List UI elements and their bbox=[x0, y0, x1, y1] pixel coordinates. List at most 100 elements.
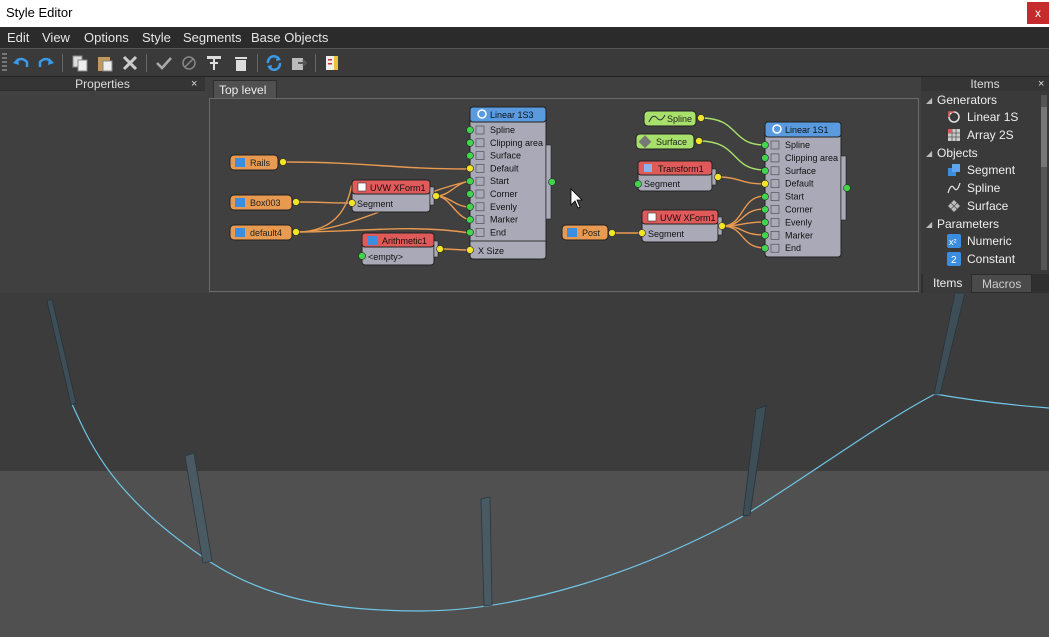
port-label: Segment bbox=[357, 199, 394, 209]
node-label: Box003 bbox=[250, 198, 281, 208]
3d-viewport[interactable] bbox=[0, 293, 1049, 637]
tab-macros[interactable]: Macros bbox=[971, 274, 1032, 293]
node-canvas[interactable]: Rails Box003 default4 Post bbox=[209, 98, 919, 292]
port-label: <empty> bbox=[368, 252, 403, 262]
wire bbox=[718, 177, 765, 184]
items-panel: Items × ◢ Generators Linear 1S Array 2S … bbox=[921, 77, 1049, 293]
group-objects[interactable]: Objects bbox=[937, 146, 978, 160]
array-generator-icon bbox=[947, 128, 961, 142]
port-socket[interactable] bbox=[467, 216, 474, 223]
node-transform1[interactable]: Transform1 Segment bbox=[635, 161, 722, 191]
delete-icon[interactable] bbox=[121, 54, 139, 72]
port-label: Clipping area bbox=[785, 153, 838, 163]
item-segment[interactable]: Segment bbox=[967, 163, 1015, 177]
port-socket[interactable] bbox=[762, 154, 769, 161]
export-icon[interactable] bbox=[290, 54, 308, 72]
port-socket[interactable] bbox=[467, 139, 474, 146]
port-socket[interactable] bbox=[467, 165, 474, 172]
toolbar-separator bbox=[257, 54, 258, 72]
toolbar-separator bbox=[62, 54, 63, 72]
paste-icon[interactable] bbox=[96, 54, 114, 72]
node-surface[interactable]: Surface bbox=[636, 134, 703, 149]
collapse-icon[interactable]: ◢ bbox=[926, 220, 932, 229]
port-label: Spline bbox=[490, 125, 515, 135]
port-socket[interactable] bbox=[467, 152, 474, 159]
node-post[interactable]: Post bbox=[562, 225, 616, 240]
port-socket[interactable] bbox=[467, 191, 474, 198]
toolbar-separator bbox=[146, 54, 147, 72]
node-spline[interactable]: Spline bbox=[644, 111, 705, 126]
port-label: Evenly bbox=[490, 202, 518, 212]
sky-area bbox=[0, 293, 1049, 471]
port-socket[interactable] bbox=[467, 178, 474, 185]
node-box003[interactable]: Box003 bbox=[230, 195, 300, 210]
node-arithmetic1[interactable]: Arithmetic1 <empty> bbox=[359, 233, 444, 265]
wire bbox=[440, 249, 470, 250]
items-scrollbar[interactable] bbox=[1041, 95, 1047, 270]
node-uvw-xform-left[interactable]: UVW XForm1 Segment bbox=[349, 180, 440, 212]
port-socket[interactable] bbox=[762, 206, 769, 213]
disabled-icon[interactable] bbox=[180, 54, 198, 72]
item-surface[interactable]: Surface bbox=[967, 199, 1008, 213]
port-socket[interactable] bbox=[762, 232, 769, 239]
properties-close-icon[interactable]: × bbox=[191, 78, 197, 90]
port-socket[interactable] bbox=[762, 219, 769, 226]
items-title: Items bbox=[921, 77, 1049, 91]
toolbar-grip[interactable] bbox=[2, 53, 7, 73]
node-default4[interactable]: default4 bbox=[230, 225, 300, 240]
check-icon[interactable] bbox=[155, 54, 173, 72]
item-spline[interactable]: Spline bbox=[967, 181, 1000, 195]
menu-options[interactable]: Options bbox=[84, 30, 129, 45]
port-socket[interactable] bbox=[762, 167, 769, 174]
port-socket[interactable] bbox=[762, 245, 769, 252]
menu-base-objects[interactable]: Base Objects bbox=[251, 30, 328, 45]
node-uvw-xform-right[interactable]: UVW XForm1 Segment bbox=[639, 210, 726, 242]
node-title: Linear 1S3 bbox=[490, 110, 534, 120]
port-socket[interactable] bbox=[467, 203, 474, 210]
properties-title: Properties bbox=[0, 77, 205, 91]
node-label: default4 bbox=[250, 228, 282, 238]
item-array-2s[interactable]: Array 2S bbox=[967, 128, 1014, 142]
port-label: Start bbox=[785, 192, 805, 202]
item-linear-1s[interactable]: Linear 1S bbox=[967, 110, 1018, 124]
port-label: End bbox=[490, 227, 506, 237]
properties-panel: Properties × bbox=[0, 77, 205, 293]
group-parameters[interactable]: Parameters bbox=[937, 217, 999, 231]
scrollbar-thumb[interactable] bbox=[1041, 107, 1047, 167]
collapse-icon[interactable]: ◢ bbox=[926, 96, 932, 105]
title-bar: Style Editor x bbox=[0, 0, 1049, 27]
close-button[interactable]: x bbox=[1027, 2, 1049, 24]
group-generators[interactable]: Generators bbox=[937, 93, 997, 107]
window-title: Style Editor bbox=[6, 5, 72, 20]
items-close-icon[interactable]: × bbox=[1038, 78, 1044, 90]
port-socket[interactable] bbox=[762, 142, 769, 149]
book-icon[interactable] bbox=[323, 54, 341, 72]
node-label: Surface bbox=[656, 137, 687, 147]
menu-view[interactable]: View bbox=[42, 30, 70, 45]
node-linear-1s1[interactable]: Linear 1S1 SplineClipping areaSurfaceDef… bbox=[762, 122, 851, 257]
redo-icon[interactable] bbox=[37, 54, 55, 72]
menu-segments[interactable]: Segments bbox=[183, 30, 242, 45]
tab-items[interactable]: Items bbox=[923, 274, 972, 293]
item-constant[interactable]: Constant bbox=[967, 252, 1015, 266]
copy-icon[interactable] bbox=[71, 54, 89, 72]
align-icon[interactable] bbox=[205, 54, 223, 72]
collapse-icon[interactable]: ◢ bbox=[926, 149, 932, 158]
port-socket[interactable] bbox=[762, 180, 769, 187]
port-label: Marker bbox=[785, 230, 813, 240]
menu-style[interactable]: Style bbox=[142, 30, 171, 45]
port-socket[interactable] bbox=[467, 127, 474, 134]
node-linear-1s3[interactable]: Linear 1S3 SplineClipping areaSurfaceDef… bbox=[467, 107, 556, 259]
node-rails[interactable]: Rails bbox=[230, 155, 287, 170]
item-numeric[interactable]: Numeric bbox=[967, 234, 1012, 248]
undo-icon[interactable] bbox=[12, 54, 30, 72]
port-label: Default bbox=[785, 179, 814, 189]
numeric-icon: x² bbox=[947, 234, 961, 248]
menu-edit[interactable]: Edit bbox=[7, 30, 29, 45]
port-socket[interactable] bbox=[762, 193, 769, 200]
tab-top-level[interactable]: Top level bbox=[213, 80, 277, 98]
port-socket[interactable] bbox=[467, 229, 474, 236]
refresh-icon[interactable] bbox=[265, 54, 283, 72]
trash-icon[interactable] bbox=[232, 54, 250, 72]
wire bbox=[722, 222, 765, 226]
